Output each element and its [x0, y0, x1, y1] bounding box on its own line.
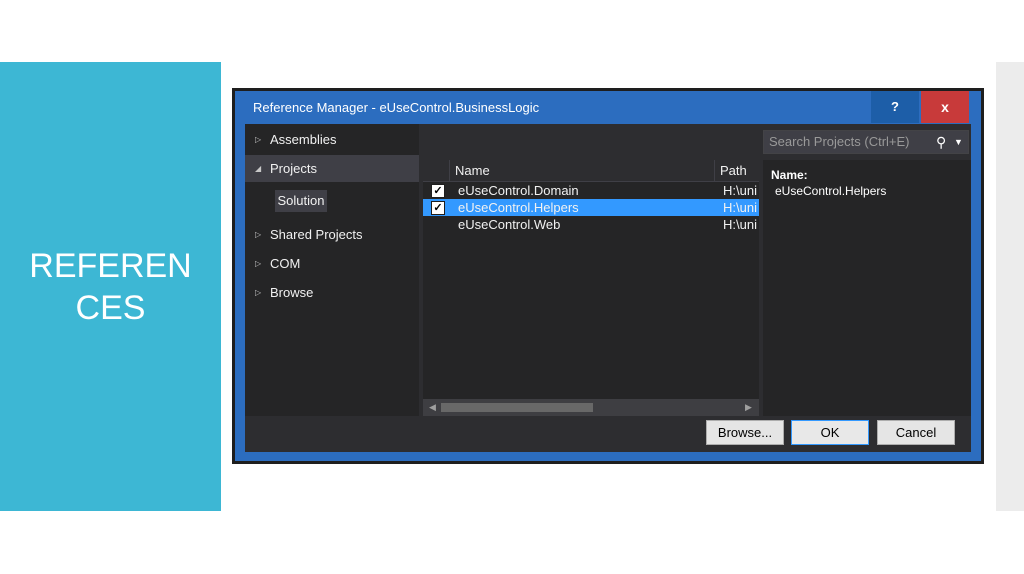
column-header-path[interactable]: Path: [720, 163, 747, 178]
browse-button[interactable]: Browse...: [706, 420, 784, 445]
expand-triangle-icon[interactable]: ▷: [255, 279, 261, 306]
nav-item-com[interactable]: ▷ COM: [245, 250, 419, 277]
collapse-triangle-icon[interactable]: ◢: [255, 155, 261, 182]
nav-panel: ▷ Assemblies ◢ Projects Solution ▷ Share…: [245, 124, 419, 416]
row-path: H:\uni: [723, 183, 757, 198]
expand-triangle-icon[interactable]: ▷: [255, 221, 261, 248]
horizontal-scrollbar[interactable]: ◀ ▶: [423, 399, 759, 416]
row-checkbox[interactable]: ✓: [431, 184, 445, 198]
slide-title-line-2: CES: [75, 289, 146, 327]
details-name-value: eUseControl.Helpers: [775, 184, 887, 198]
scroll-left-icon[interactable]: ◀: [429, 399, 436, 416]
nav-item-label: Assemblies: [270, 132, 337, 147]
help-button[interactable]: ?: [871, 91, 919, 123]
row-path: H:\uni: [723, 217, 757, 232]
column-header-name[interactable]: Name: [455, 163, 490, 178]
projects-list: Name Path ✓ eUseControl.Domain H:\uni ✓ …: [423, 160, 759, 416]
expand-triangle-icon[interactable]: ▷: [255, 126, 261, 153]
details-name-label: Name:: [771, 168, 808, 182]
table-row[interactable]: ✓ eUseControl.Domain H:\uni: [423, 182, 759, 199]
search-input[interactable]: Search Projects (Ctrl+E) ⚲ ▼: [763, 130, 969, 154]
column-divider[interactable]: [714, 160, 715, 181]
expand-triangle-icon[interactable]: ▷: [255, 250, 261, 277]
table-row[interactable]: eUseControl.Web H:\uni: [423, 216, 759, 233]
nav-item-label: Projects: [270, 161, 317, 176]
row-path: H:\uni: [723, 200, 757, 215]
window-frame: Reference Manager - eUseControl.Business…: [235, 91, 981, 461]
search-placeholder: Search Projects (Ctrl+E): [769, 134, 910, 149]
row-name: eUseControl.Helpers: [458, 200, 579, 215]
dialog-client-area: ▷ Assemblies ◢ Projects Solution ▷ Share…: [245, 124, 971, 452]
window-title: Reference Manager - eUseControl.Business…: [253, 100, 540, 115]
nav-item-projects[interactable]: ◢ Projects: [245, 155, 419, 182]
reference-manager-window: Reference Manager - eUseControl.Business…: [232, 88, 984, 464]
nav-item-browse[interactable]: ▷ Browse: [245, 279, 419, 306]
row-name: eUseControl.Web: [458, 217, 561, 232]
search-icon[interactable]: ⚲: [936, 131, 946, 153]
scroll-right-icon[interactable]: ▶: [745, 399, 752, 416]
table-row[interactable]: ✓ eUseControl.Helpers H:\uni: [423, 199, 759, 216]
row-checkbox[interactable]: ✓: [431, 201, 445, 215]
slide-title: REFEREN CES: [0, 245, 221, 329]
nav-item-label: Shared Projects: [270, 227, 363, 242]
nav-item-label: COM: [270, 256, 301, 271]
column-divider[interactable]: [449, 160, 450, 181]
details-panel: Name: eUseControl.Helpers: [763, 160, 971, 416]
list-header: Name Path: [423, 160, 759, 182]
nav-item-solution[interactable]: Solution: [275, 190, 327, 212]
cancel-button[interactable]: Cancel: [877, 420, 955, 445]
close-button[interactable]: x: [921, 91, 969, 123]
title-bar[interactable]: Reference Manager - eUseControl.Business…: [235, 91, 981, 123]
ok-button[interactable]: OK: [791, 420, 869, 445]
slide-right-strip: [996, 62, 1024, 511]
nav-item-shared-projects[interactable]: ▷ Shared Projects: [245, 221, 419, 248]
slide-title-line-1: REFEREN: [29, 247, 192, 285]
scrollbar-thumb[interactable]: [441, 403, 593, 412]
nav-item-label: Browse: [270, 285, 314, 300]
chevron-down-icon[interactable]: ▼: [954, 131, 963, 153]
row-name: eUseControl.Domain: [458, 183, 579, 198]
nav-item-assemblies[interactable]: ▷ Assemblies: [245, 126, 419, 153]
